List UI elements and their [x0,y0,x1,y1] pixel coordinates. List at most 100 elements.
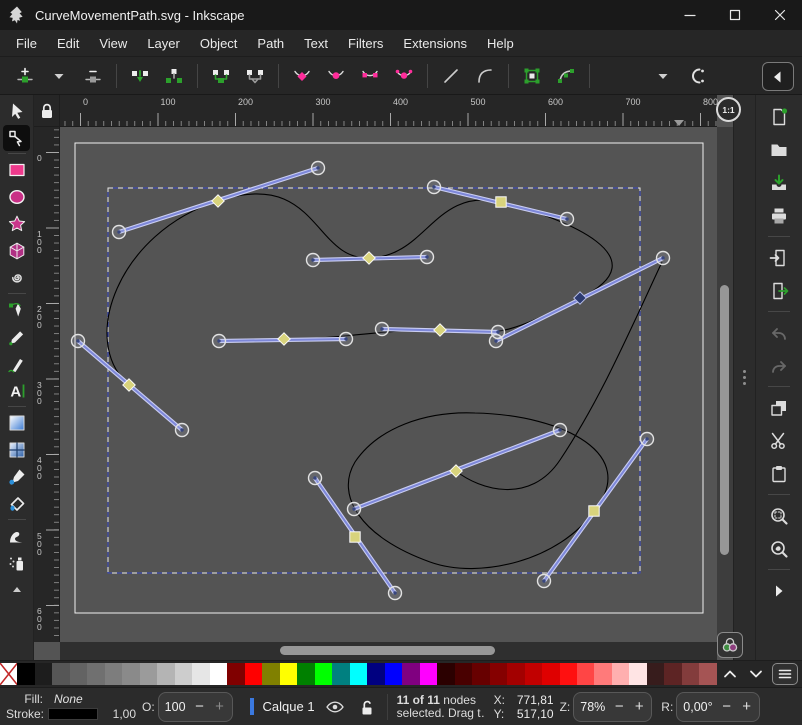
toolbox-overflow[interactable] [3,577,30,603]
vertical-scrollbar[interactable] [717,127,733,642]
zoom-value[interactable]: 78% [576,700,609,714]
palette-swatch-39[interactable] [682,663,699,685]
opacity-increase-button[interactable]: + [210,698,230,715]
text-tool[interactable]: A [3,378,30,404]
minimize-button[interactable] [667,0,712,30]
mesh-tool[interactable] [3,437,30,463]
close-button[interactable] [757,0,802,30]
opacity-value[interactable]: 100 [161,700,190,714]
collapse-panel-button[interactable] [762,62,794,91]
palette-swatch-none[interactable] [0,663,17,685]
path-node-2[interactable] [496,197,506,207]
palette-swatch-34[interactable] [594,663,611,685]
export-document-button[interactable] [764,276,794,305]
spiral-tool[interactable] [3,265,30,291]
palette-swatch-40[interactable] [699,663,716,685]
open-document-button[interactable] [764,135,794,164]
segment-to-line-button[interactable] [436,61,466,91]
zoom-decrease-button[interactable]: − [609,698,629,715]
make-auto-button[interactable] [389,61,419,91]
cut-button[interactable] [764,426,794,455]
opacity-decrease-button[interactable]: − [190,698,210,715]
menu-extensions[interactable]: Extensions [393,32,477,55]
star-tool[interactable] [3,211,30,237]
segment-to-curve-button[interactable] [470,61,500,91]
object-to-path-button[interactable] [517,61,547,91]
print-document-button[interactable] [764,201,794,230]
zoom-spinbox[interactable]: 78% − + [573,692,652,722]
path-node-1[interactable] [363,252,375,264]
path-node-8[interactable] [350,532,360,542]
horizontal-scrollbar[interactable] [60,642,717,660]
zoom-to-selection-button[interactable] [764,501,794,530]
selector-tool[interactable] [3,98,30,124]
palette-swatch-8[interactable] [140,663,157,685]
palette-menu-button[interactable] [772,663,798,685]
palette-swatch-38[interactable] [664,663,681,685]
save-document-button[interactable] [764,168,794,197]
stroke-to-path-button[interactable] [551,61,581,91]
pen-tool[interactable] [3,297,30,323]
rotation-decrease-button[interactable]: − [717,698,737,715]
undo-button[interactable] [764,318,794,347]
layer-name[interactable]: Calque 1 [263,699,315,714]
palette-scroll-down-button[interactable] [743,663,769,685]
palette-swatch-32[interactable] [560,663,577,685]
palette-swatch-11[interactable] [192,663,209,685]
palette-swatch-24[interactable] [420,663,437,685]
path-node-4[interactable] [434,324,446,336]
palette-swatch-4[interactable] [70,663,87,685]
palette-swatch-5[interactable] [87,663,104,685]
coords-dropdown-button[interactable] [648,61,678,91]
delete-node-button[interactable] [78,61,108,91]
palette-swatch-22[interactable] [385,663,402,685]
path-node-6[interactable] [278,333,290,345]
calligraphy-tool[interactable] [3,351,30,377]
zoom-to-drawing-button[interactable] [764,534,794,563]
horizontal-scrollbar-thumb[interactable] [280,646,495,655]
zoom-increase-button[interactable]: + [629,698,649,715]
ellipse-tool[interactable] [3,184,30,210]
palette-swatch-29[interactable] [507,663,524,685]
vertical-scrollbar-thumb[interactable] [720,285,729,555]
palette-swatch-10[interactable] [175,663,192,685]
redo-button[interactable] [764,351,794,380]
delete-segment-button[interactable] [240,61,270,91]
palette-swatch-19[interactable] [332,663,349,685]
rectangle-tool[interactable] [3,157,30,183]
maximize-button[interactable] [712,0,757,30]
palette-swatch-14[interactable] [245,663,262,685]
palette-swatch-33[interactable] [577,663,594,685]
palette-swatch-2[interactable] [35,663,52,685]
palette-swatch-37[interactable] [647,663,664,685]
palette-swatch-23[interactable] [402,663,419,685]
palette-swatch-20[interactable] [350,663,367,685]
dropper-tool[interactable] [3,464,30,490]
make-smooth-button[interactable] [321,61,351,91]
menu-object[interactable]: Object [190,32,248,55]
palette-swatch-35[interactable] [612,663,629,685]
join-nodes-button[interactable] [125,61,155,91]
color-management-toggle[interactable] [717,632,743,658]
new-document-button[interactable] [764,102,794,131]
layer-visibility-toggle[interactable] [324,696,346,718]
palette-swatch-21[interactable] [367,663,384,685]
spray-tool[interactable] [3,550,30,576]
palette-swatch-28[interactable] [490,663,507,685]
palette-swatch-31[interactable] [542,663,559,685]
node-tool[interactable] [3,125,30,151]
rotation-spinbox[interactable]: 0,00° − + [676,692,759,722]
layer-lock-toggle[interactable] [355,696,377,718]
menu-filters[interactable]: Filters [338,32,393,55]
horizontal-ruler[interactable]: 0100200300400500600700800 [60,95,717,127]
menu-path[interactable]: Path [247,32,294,55]
paste-button[interactable] [764,459,794,488]
menu-view[interactable]: View [89,32,137,55]
show-more-commands-button[interactable] [764,576,794,605]
join-with-segment-button[interactable] [206,61,236,91]
pencil-tool[interactable] [3,324,30,350]
palette-swatch-36[interactable] [629,663,646,685]
make-symmetric-button[interactable] [355,61,385,91]
palette-swatch-30[interactable] [525,663,542,685]
palette-swatch-25[interactable] [437,663,454,685]
